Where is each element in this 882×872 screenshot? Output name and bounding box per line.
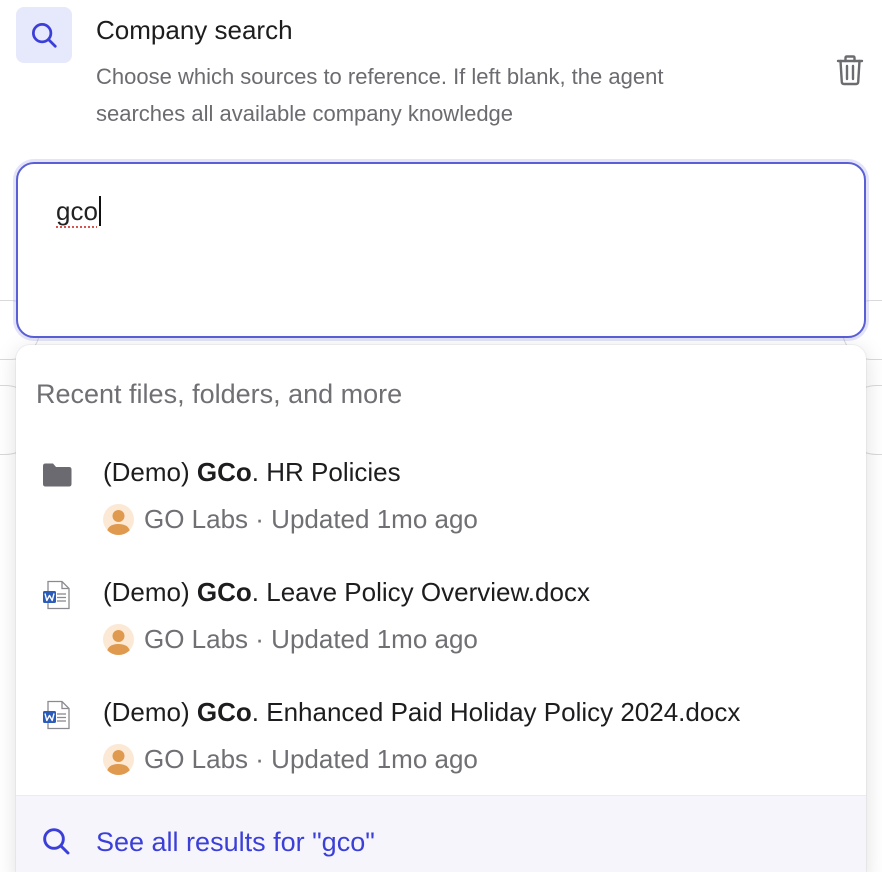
result-item[interactable]: (Demo) GCo. Leave Policy Overview.docx G… (16, 565, 866, 675)
trash-icon (836, 55, 864, 86)
search-icon-badge (16, 7, 72, 63)
word-doc-icon (40, 698, 74, 732)
result-title: (Demo) GCo. HR Policies (103, 455, 401, 489)
result-item[interactable]: (Demo) GCo. Enhanced Paid Holiday Policy… (16, 685, 866, 795)
result-title-prefix: (Demo) (103, 577, 197, 607)
result-owner: GO Labs (144, 743, 249, 774)
result-title: (Demo) GCo. Enhanced Paid Holiday Policy… (103, 695, 740, 729)
panel-description: Choose which sources to reference. If le… (96, 58, 796, 132)
word-doc-icon (40, 578, 74, 612)
avatar (103, 503, 134, 535)
result-title-prefix: (Demo) (103, 697, 197, 727)
result-updated: · Updated 1mo ago (255, 743, 478, 774)
result-title-match: GCo (196, 697, 252, 727)
panel-description-line-1: Choose which sources to reference. If le… (96, 64, 664, 89)
result-title-prefix: (Demo) (103, 457, 197, 487)
result-meta: GO Labs · Updated 1mo ago (103, 741, 478, 777)
result-owner: GO Labs (144, 503, 249, 534)
panel-title: Company search (96, 15, 293, 45)
dropdown-header: Recent files, folders, and more (36, 379, 403, 409)
result-updated: · Updated 1mo ago (255, 623, 478, 654)
folder-icon (40, 458, 74, 492)
result-title: (Demo) GCo. Leave Policy Overview.docx (103, 575, 590, 609)
result-title-suffix: . Leave Policy Overview.docx (251, 577, 590, 607)
search-icon (32, 23, 57, 48)
result-updated: · Updated 1mo ago (255, 503, 478, 534)
result-owner: GO Labs (144, 623, 249, 654)
result-meta: GO Labs · Updated 1mo ago (103, 621, 478, 657)
see-all-results-label: See all results for "gco" (96, 827, 375, 857)
search-results-dropdown: Recent files, folders, and more (Demo) G… (16, 345, 866, 872)
avatar (103, 623, 134, 655)
result-item[interactable]: (Demo) GCo. HR Policies GO Labs · Update… (16, 445, 866, 555)
result-title-suffix: . Enhanced Paid Holiday Policy 2024.docx (251, 697, 741, 727)
result-title-match: GCo (196, 457, 252, 487)
result-meta: GO Labs · Updated 1mo ago (103, 501, 478, 537)
result-title-suffix: . HR Policies (251, 457, 401, 487)
search-input-content[interactable]: gco (56, 194, 101, 228)
delete-button[interactable] (834, 52, 866, 88)
search-icon (43, 828, 70, 855)
panel-description-line-2: searches all available company knowledge (96, 101, 514, 126)
search-input-value: gco (56, 196, 98, 226)
see-all-results-button[interactable]: See all results for "gco" (16, 795, 866, 872)
result-title-match: GCo (196, 577, 252, 607)
source-search-input[interactable]: gco (16, 162, 866, 338)
text-caret (98, 196, 101, 226)
avatar (103, 743, 134, 775)
